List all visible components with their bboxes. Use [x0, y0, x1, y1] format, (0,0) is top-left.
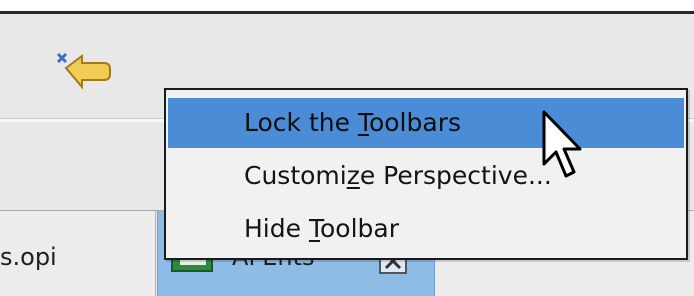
menu-item-label: Lock the Toolbars [244, 108, 461, 137]
menu-item-hide-toolbar[interactable]: Hide Toolbar [168, 204, 684, 254]
tab-opi-file[interactable]: s.opi [0, 211, 156, 296]
menu-item-label: Hide Toolbar [244, 214, 399, 243]
tab-label: s.opi [0, 243, 57, 271]
menu-item-customize-perspective[interactable]: Customize Perspective... [168, 151, 684, 201]
back-button[interactable] [52, 44, 114, 94]
back-arrow-icon [56, 52, 111, 90]
toolbar-context-menu: Lock the Toolbars Customize Perspective.… [164, 88, 688, 260]
menu-item-lock-toolbars[interactable]: Lock the Toolbars [168, 98, 684, 148]
menu-item-label: Customize Perspective... [244, 161, 552, 190]
